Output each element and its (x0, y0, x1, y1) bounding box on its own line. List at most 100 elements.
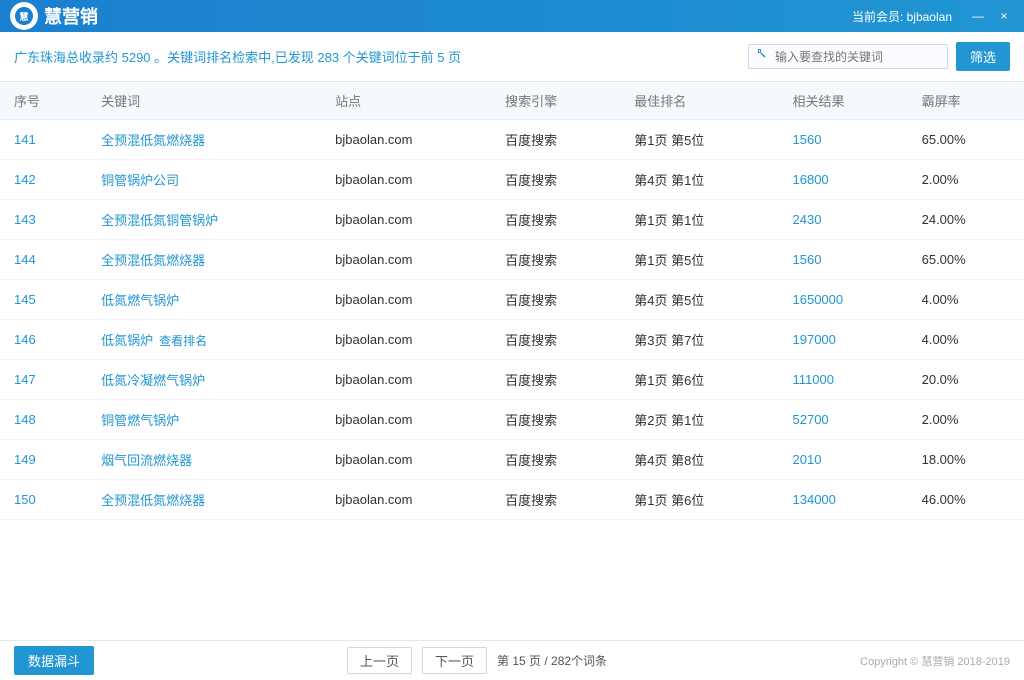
toolbar: 广东珠海总收录约 5290 。关键词排名检索中,已发现 283 个关键词位于前 … (0, 32, 1024, 82)
search-input[interactable] (775, 50, 939, 64)
cell-related: 16800 (779, 160, 908, 200)
table-row: 149烟气回流燃烧器bjbaolan.com百度搜索第4页 第8位201018.… (0, 440, 1024, 480)
app-title: 慧营销 (44, 3, 98, 29)
keywords-table: 序号 关键词 站点 搜索引擎 最佳排名 相关结果 霸屏率 141 全预混低氮燃烧器… (0, 82, 1024, 520)
cell-keyword: 全预混低氮铜管锅炉 (87, 200, 321, 240)
keyword-link[interactable]: 铜管锅炉公司 (101, 173, 179, 188)
cell-keyword: 铜管燃气锅炉 (87, 400, 321, 440)
cell-id: 142 (0, 160, 87, 200)
cell-site: bjbaolan.com (321, 280, 491, 320)
cell-dominant: 65.00% (908, 120, 1024, 160)
cell-related: 134000 (779, 480, 908, 520)
logo-icon: 慧 (10, 2, 38, 30)
cell-dominant: 2.00% (908, 400, 1024, 440)
table-header: 序号 关键词 站点 搜索引擎 最佳排名 相关结果 霸屏率 (0, 82, 1024, 120)
cell-best-rank: 第1页 第5位 (620, 120, 778, 160)
data-table-area: 序号 关键词 站点 搜索引擎 最佳排名 相关结果 霸屏率 141 全预混低氮燃烧器… (0, 82, 1024, 640)
cell-dominant: 4.00% (908, 320, 1024, 360)
cell-site: bjbaolan.com (321, 120, 491, 160)
cell-site: bjbaolan.com (321, 200, 491, 240)
cell-site: bjbaolan.com (321, 360, 491, 400)
keyword-link[interactable]: 低氮冷凝燃气锅炉 (101, 373, 205, 388)
cell-keyword: 全预混低氮燃烧器 (87, 120, 321, 160)
cell-best-rank: 第1页 第5位 (620, 240, 778, 280)
page-info: 第 15 页 / 282个词条 (497, 652, 607, 669)
table-row: 150全预混低氮燃烧器bjbaolan.com百度搜索第1页 第6位134000… (0, 480, 1024, 520)
cell-id: 149 (0, 440, 87, 480)
cell-engine: 百度搜索 (491, 280, 620, 320)
search-area: 筛选 (748, 42, 1010, 71)
filter-button[interactable]: 筛选 (956, 42, 1010, 71)
svg-text:慧: 慧 (19, 11, 28, 22)
col-header-engine: 搜索引擎 (491, 82, 620, 120)
cell-id: 143 (0, 200, 87, 240)
cell-best-rank: 第3页 第7位 (620, 320, 778, 360)
table-row: 147 低氮冷凝燃气锅炉 bjbaolan.com百度搜索第1页 第6位111000… (0, 360, 1024, 400)
cell-dominant: 65.00% (908, 240, 1024, 280)
cell-id: 148 (0, 400, 87, 440)
next-page-button[interactable]: 下一页 (422, 647, 487, 674)
table-row: 142铜管锅炉公司bjbaolan.com百度搜索第4页 第1位168002.0… (0, 160, 1024, 200)
titlebar: 慧 慧营销 当前会员: bjbaolan — × (0, 0, 1024, 32)
keyword-link[interactable]: 全预混低氮燃烧器 (101, 493, 205, 508)
col-header-related: 相关结果 (779, 82, 908, 120)
cell-keyword: 全预混低氮燃烧器 (87, 480, 321, 520)
prev-page-button[interactable]: 上一页 (347, 647, 412, 674)
cell-dominant: 4.00% (908, 280, 1024, 320)
minimize-button[interactable]: — (968, 6, 988, 26)
keyword-link[interactable]: 全预混低氮铜管锅炉 (101, 213, 218, 228)
data-funnel-button[interactable]: 数据漏斗 (14, 646, 94, 675)
search-icon (757, 48, 771, 65)
cell-engine: 百度搜索 (491, 400, 620, 440)
cell-related: 197000 (779, 320, 908, 360)
cell-keyword: 烟气回流燃烧器 (87, 440, 321, 480)
cell-related: 2010 (779, 440, 908, 480)
current-user-label: 当前会员: bjbaolan (852, 8, 952, 25)
table-row: 144全预混低氮燃烧器bjbaolan.com百度搜索第1页 第5位156065… (0, 240, 1024, 280)
cell-engine: 百度搜索 (491, 200, 620, 240)
cell-dominant: 2.00% (908, 160, 1024, 200)
table-row: 146低氮锅炉查看排名bjbaolan.com百度搜索第3页 第7位197000… (0, 320, 1024, 360)
cell-best-rank: 第4页 第5位 (620, 280, 778, 320)
copyright-text: Copyright © 慧营销 2018-2019 (860, 653, 1010, 669)
cell-id: 144 (0, 240, 87, 280)
col-header-dominant: 霸屏率 (908, 82, 1024, 120)
footer: 数据漏斗 上一页 下一页 第 15 页 / 282个词条 Copyright ©… (0, 640, 1024, 680)
col-header-keyword: 关键词 (87, 82, 321, 120)
table-row: 143全预混低氮铜管锅炉bjbaolan.com百度搜索第1页 第1位24302… (0, 200, 1024, 240)
keyword-link[interactable]: 全预混低氮燃烧器 (101, 133, 205, 148)
cell-best-rank: 第1页 第6位 (620, 360, 778, 400)
view-rank-link[interactable]: 查看排名 (159, 334, 207, 348)
cell-id: 141 (0, 120, 87, 160)
table-row: 145低氮燃气锅炉bjbaolan.com百度搜索第4页 第5位16500004… (0, 280, 1024, 320)
cell-site: bjbaolan.com (321, 400, 491, 440)
cell-engine: 百度搜索 (491, 480, 620, 520)
keyword-link[interactable]: 烟气回流燃烧器 (101, 453, 192, 468)
main-content: 广东珠海总收录约 5290 。关键词排名检索中,已发现 283 个关键词位于前 … (0, 32, 1024, 680)
cell-dominant: 20.0% (908, 360, 1024, 400)
pagination: 上一页 下一页 第 15 页 / 282个词条 (347, 647, 607, 674)
keyword-link[interactable]: 低氮燃气锅炉 (101, 293, 179, 308)
cell-id: 147 (0, 360, 87, 400)
app-logo: 慧 慧营销 (10, 2, 98, 30)
cell-site: bjbaolan.com (321, 160, 491, 200)
cell-id: 145 (0, 280, 87, 320)
col-header-best-rank: 最佳排名 (620, 82, 778, 120)
cell-related: 111000 (779, 360, 908, 400)
keyword-link[interactable]: 低氮锅炉 (101, 333, 153, 348)
search-wrapper (748, 44, 948, 69)
col-header-site: 站点 (321, 82, 491, 120)
cell-best-rank: 第4页 第1位 (620, 160, 778, 200)
cell-dominant: 46.00% (908, 480, 1024, 520)
cell-dominant: 24.00% (908, 200, 1024, 240)
table-row: 148铜管燃气锅炉bjbaolan.com百度搜索第2页 第1位527002.0… (0, 400, 1024, 440)
cell-engine: 百度搜索 (491, 360, 620, 400)
close-button[interactable]: × (994, 6, 1014, 26)
keyword-link[interactable]: 铜管燃气锅炉 (101, 413, 179, 428)
cell-best-rank: 第1页 第6位 (620, 480, 778, 520)
cell-keyword: 低氮冷凝燃气锅炉 (87, 360, 321, 400)
cell-id: 146 (0, 320, 87, 360)
cell-engine: 百度搜索 (491, 240, 620, 280)
cell-keyword: 铜管锅炉公司 (87, 160, 321, 200)
keyword-link[interactable]: 全预混低氮燃烧器 (101, 253, 205, 268)
